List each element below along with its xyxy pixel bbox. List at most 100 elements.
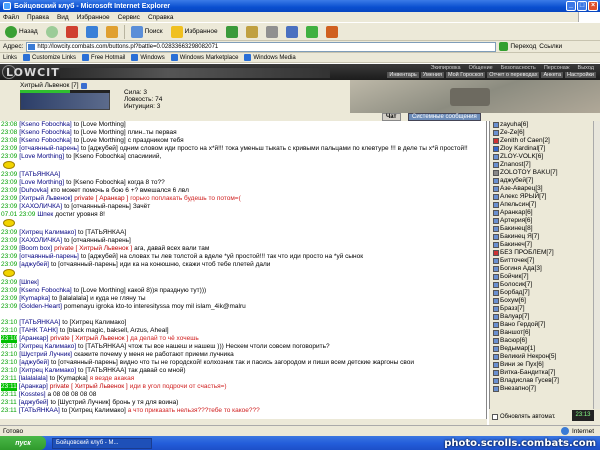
chat-recipient[interactable]: to [lalalalala]: [52, 295, 88, 303]
chat-sender[interactable]: [Шустрий Лучник]: [19, 351, 72, 359]
link-marketplace[interactable]: Windows Marketplace: [170, 54, 238, 61]
header-link-skills[interactable]: Умения: [420, 72, 444, 78]
header-link-profile[interactable]: Анкета: [541, 72, 564, 78]
online-user[interactable]: ZOLOTOY BAKU [7]: [490, 169, 600, 177]
chat-recipient[interactable]: to [Kymapka]: [50, 375, 88, 383]
online-user[interactable]: Бохум [6]: [490, 297, 600, 305]
chat-sender[interactable]: Шпек: [37, 211, 53, 219]
chat-sender[interactable]: [Kseno Fobochka]: [19, 287, 71, 295]
chat-recipient[interactable]: to [Kseno Fobochka]: [66, 179, 126, 187]
link-customize[interactable]: Customize Links: [23, 54, 76, 61]
online-user[interactable]: Азе-Аварец [3]: [490, 185, 600, 193]
chat-recipient[interactable]: to [ТАТЬЯНКАА]: [78, 229, 126, 237]
online-user[interactable]: БЕЗ ПРОБЛЕМ [7]: [490, 249, 600, 257]
online-user[interactable]: Zenith of Caen [2]: [490, 137, 600, 145]
refresh-button[interactable]: [84, 24, 100, 39]
minimize-button[interactable]: _: [566, 1, 576, 11]
chat-sender[interactable]: [lalalalala]: [19, 375, 48, 383]
online-user[interactable]: Бакинеч [7]: [490, 241, 600, 249]
header-link-transfers[interactable]: Отчет о переводах: [487, 72, 540, 78]
messenger-button[interactable]: [304, 24, 320, 39]
header-link-exit[interactable]: Выход: [578, 65, 594, 71]
edit-button[interactable]: [284, 24, 300, 39]
research-button[interactable]: [324, 24, 340, 39]
online-user[interactable]: Великий Некрон [5]: [490, 353, 600, 361]
chat-sender[interactable]: [Хитрый Львенок]: [19, 195, 72, 203]
online-user[interactable]: Внезапно [7]: [490, 385, 600, 393]
online-user[interactable]: Ведымар [1]: [490, 345, 600, 353]
address-input[interactable]: http://lowcity.combats.com/buttons.pl?ba…: [26, 41, 497, 52]
go-button[interactable]: Переход: [499, 42, 536, 51]
auto-refresh-checkbox[interactable]: [492, 414, 498, 420]
chat-recipient[interactable]: to [Love Morthing]: [74, 121, 126, 129]
chat-sender[interactable]: [Boom box]: [19, 245, 52, 253]
online-user[interactable]: Бойчик [7]: [490, 273, 600, 281]
header-link-security[interactable]: Безопасность: [501, 65, 536, 71]
link-windows[interactable]: Windows: [131, 54, 165, 61]
chat-sender[interactable]: [Kseno Fobochka]: [19, 121, 71, 129]
header-link-settings[interactable]: Настройки: [565, 72, 596, 78]
online-user[interactable]: Валуар [7]: [490, 313, 600, 321]
chat-recipient[interactable]: to [Love Morthing]: [74, 137, 126, 145]
chat-recipient[interactable]: to [Хитрец Калимако]: [62, 407, 126, 415]
link-hotmail[interactable]: Free Hotmail: [82, 54, 125, 61]
online-user[interactable]: Вини зе Пух [6]: [490, 361, 600, 369]
online-user[interactable]: Владислав Гусев [7]: [490, 377, 600, 385]
chat-sender[interactable]: [Шпек]: [19, 279, 39, 287]
chat-sender[interactable]: [Duhovka]: [19, 187, 48, 195]
online-user[interactable]: Вано Гердой [7]: [490, 321, 600, 329]
online-user[interactable]: Битточек [7]: [490, 257, 600, 265]
chat-recipient[interactable]: to [ТАТЬЯНКАА]: [78, 343, 126, 351]
chat-recipient[interactable]: to [Love Morthing]: [74, 129, 126, 137]
back-button[interactable]: Назад: [3, 24, 40, 39]
chat-recipient[interactable]: to [Шустрий Лучник]: [50, 399, 110, 407]
chat-sender[interactable]: [Golden-Heart]: [19, 303, 62, 311]
online-user[interactable]: Бакинец [8]: [490, 225, 600, 233]
online-user[interactable]: аджубей [7]: [490, 177, 600, 185]
menu-file[interactable]: Файл: [3, 14, 19, 21]
chat-sender[interactable]: [ТАТЬЯНКАА]: [19, 319, 60, 327]
chat-sender[interactable]: [Kosstes]: [19, 391, 46, 399]
chat-sender[interactable]: [ТАНК ТАНК]: [19, 327, 58, 335]
chat-sender[interactable]: [аджубей]: [19, 359, 49, 367]
online-user[interactable]: Витка-Бандитка [7]: [490, 369, 600, 377]
favorites-button[interactable]: Избранное: [169, 24, 220, 39]
stop-button[interactable]: [64, 24, 80, 39]
info-icon[interactable]: [80, 82, 87, 89]
chat-sender[interactable]: [аджубей]: [19, 261, 49, 269]
chat-sender[interactable]: [Хитрец Калимако]: [19, 229, 76, 237]
chat-sender[interactable]: [Love Morthing]: [19, 179, 64, 187]
header-link-social[interactable]: Общение: [469, 65, 493, 71]
chat-recipient[interactable]: to [отчаянный-парень]: [51, 261, 118, 269]
menu-tools[interactable]: Сервис: [118, 14, 140, 21]
chat-recipient[interactable]: to [black magic, baksell, Arzus, Aheal]: [60, 327, 169, 335]
online-user[interactable]: Борбад [7]: [490, 289, 600, 297]
online-user[interactable]: Аранкар [6]: [490, 209, 600, 217]
chat-sender[interactable]: [Хитрец Калимако]: [19, 367, 76, 375]
maximize-button[interactable]: □: [577, 1, 587, 11]
online-list-scrollbar[interactable]: [593, 121, 600, 409]
tab-system-messages[interactable]: Системные сообщения: [408, 113, 481, 121]
chat-recipient[interactable]: to [отчаянный-парень]: [64, 203, 131, 211]
online-user[interactable]: Артерия [6]: [490, 217, 600, 225]
header-link-equipment[interactable]: Экипировка: [430, 65, 460, 71]
search-button[interactable]: Поиск: [129, 24, 165, 39]
chat-sender[interactable]: [Love Morthing]: [19, 153, 64, 161]
chat-recipient[interactable]: to [Хитрец Калимако]: [62, 319, 126, 327]
tab-chat[interactable]: Чат: [382, 113, 401, 121]
forward-button[interactable]: [44, 24, 60, 39]
online-user[interactable]: Болосик [7]: [490, 281, 600, 289]
online-user[interactable]: zayuha [6]: [490, 121, 600, 129]
menu-favorites[interactable]: Избранное: [77, 14, 110, 21]
chat-sender[interactable]: [Kseno Fobochka]: [19, 137, 71, 145]
online-user[interactable]: Богиня Ада [3]: [490, 265, 600, 273]
header-link-inventory[interactable]: Инвентарь: [387, 72, 419, 78]
chat-sender[interactable]: [ХАХОЛИЧКА]: [19, 203, 62, 211]
online-user[interactable]: Znanost [7]: [490, 161, 600, 169]
chat-sender[interactable]: [Аранкар]: [19, 335, 48, 343]
chat-recipient[interactable]: to [отчаянный-парень]: [51, 359, 118, 367]
chat-recipient[interactable]: to [ТАТЬЯНКАА]: [78, 367, 126, 375]
chat-sender[interactable]: [ХАХОЛИЧКА]: [19, 237, 62, 245]
online-user[interactable]: Васюр [6]: [490, 337, 600, 345]
taskbar-item-browser[interactable]: Бойцовский клуб - М...: [52, 437, 152, 449]
